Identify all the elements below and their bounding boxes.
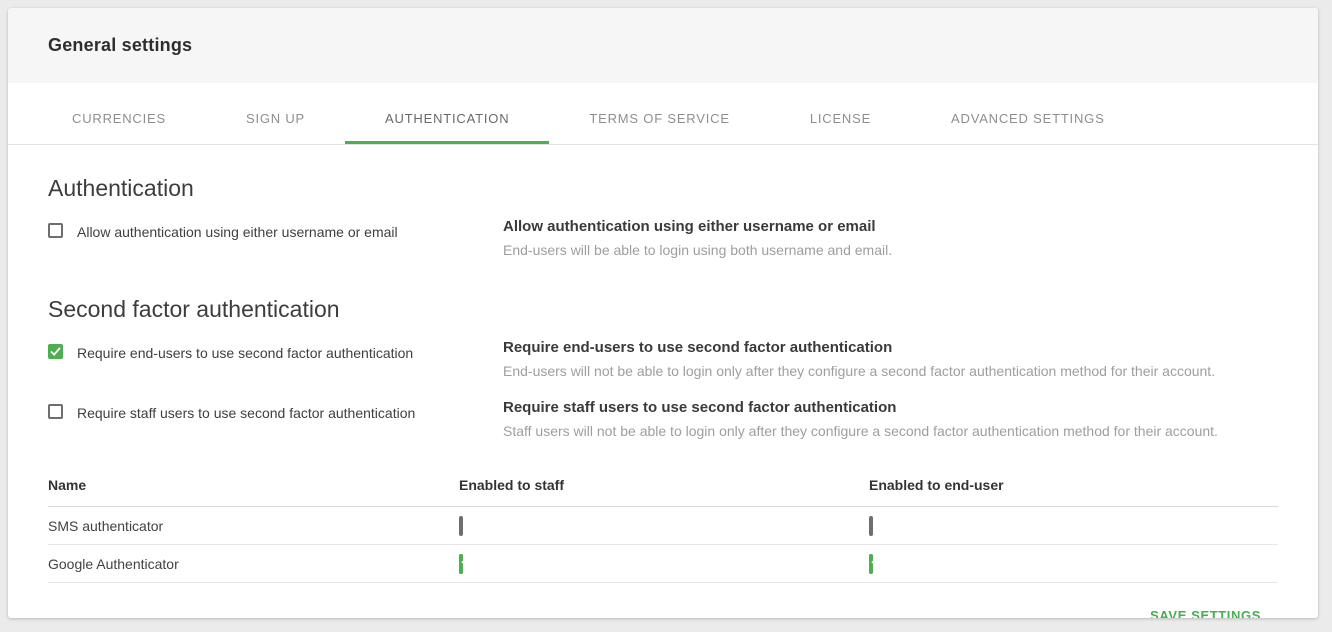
column-header-enabled-to-staff: Enabled to staff (459, 477, 869, 493)
cell-staff (459, 556, 869, 572)
table-row-sms-authenticator: SMS authenticator (48, 507, 1278, 545)
save-settings-button[interactable]: SAVE SETTINGS (1150, 608, 1261, 618)
setting-help-title: Require staff users to use second factor… (503, 399, 1278, 416)
authenticators-table: Name Enabled to staff Enabled to end-use… (48, 477, 1278, 583)
google-staff-checkbox[interactable] (459, 554, 463, 574)
require-end-users-2fa-checkbox[interactable] (48, 344, 63, 359)
section-heading-second-factor: Second factor authentication (48, 296, 1278, 323)
table-row-google-authenticator: Google Authenticator (48, 545, 1278, 583)
setting-help-description: End-users will be able to login using bo… (503, 242, 1278, 258)
setting-help-title: Require end-users to use second factor a… (503, 339, 1278, 356)
tab-authentication[interactable]: AUTHENTICATION (345, 83, 549, 144)
setting-row-require-staff-2fa: Require staff users to use second factor… (48, 399, 1278, 447)
column-header-enabled-to-end-user: Enabled to end-user (869, 477, 1278, 493)
setting-help: Require staff users to use second factor… (503, 399, 1278, 439)
sms-staff-checkbox[interactable] (459, 516, 463, 536)
tab-advanced-settings[interactable]: ADVANCED SETTINGS (911, 83, 1145, 144)
setting-control: Require staff users to use second factor… (48, 399, 503, 423)
tab-terms-of-service[interactable]: TERMS OF SERVICE (549, 83, 769, 144)
sms-end-user-checkbox[interactable] (869, 516, 873, 536)
require-staff-2fa-checkbox[interactable] (48, 404, 63, 419)
setting-control: Allow authentication using either userna… (48, 218, 503, 242)
actions-row: SAVE SETTINGS (48, 583, 1278, 618)
checkmark-icon (50, 347, 61, 356)
cell-end-user (869, 556, 1278, 572)
allow-username-email-label: Allow authentication using either userna… (77, 222, 398, 242)
setting-row-username-or-email: Allow authentication using either userna… (48, 218, 1278, 266)
require-end-users-2fa-label: Require end-users to use second factor a… (77, 343, 413, 363)
setting-help-description: Staff users will not be able to login on… (503, 423, 1278, 439)
google-end-user-checkbox[interactable] (869, 554, 873, 574)
tab-sign-up[interactable]: SIGN UP (206, 83, 345, 144)
tab-currencies[interactable]: CURRENCIES (32, 83, 206, 144)
page-title: General settings (48, 35, 192, 56)
tab-license[interactable]: LICENSE (770, 83, 911, 144)
require-staff-2fa-label: Require staff users to use second factor… (77, 403, 415, 423)
cell-staff (459, 518, 869, 534)
setting-help: Allow authentication using either userna… (503, 218, 1278, 258)
table-header-row: Name Enabled to staff Enabled to end-use… (48, 477, 1278, 507)
allow-username-email-checkbox[interactable] (48, 223, 63, 238)
cell-end-user (869, 518, 1278, 534)
column-header-name: Name (48, 477, 459, 493)
authenticator-name: SMS authenticator (48, 518, 459, 534)
card-header: General settings (8, 8, 1318, 83)
checkmark-icon (461, 557, 472, 566)
setting-help: Require end-users to use second factor a… (503, 339, 1278, 379)
tab-bar: CURRENCIES SIGN UP AUTHENTICATION TERMS … (8, 83, 1318, 145)
setting-control: Require end-users to use second factor a… (48, 339, 503, 363)
authenticator-name: Google Authenticator (48, 556, 459, 572)
setting-row-require-end-users-2fa: Require end-users to use second factor a… (48, 339, 1278, 387)
setting-help-title: Allow authentication using either userna… (503, 218, 1278, 235)
checkmark-icon (871, 557, 882, 566)
settings-card: General settings CURRENCIES SIGN UP AUTH… (8, 8, 1318, 618)
section-heading-authentication: Authentication (48, 175, 1278, 202)
settings-content: Authentication Allow authentication usin… (8, 175, 1318, 618)
setting-help-description: End-users will not be able to login only… (503, 363, 1278, 379)
